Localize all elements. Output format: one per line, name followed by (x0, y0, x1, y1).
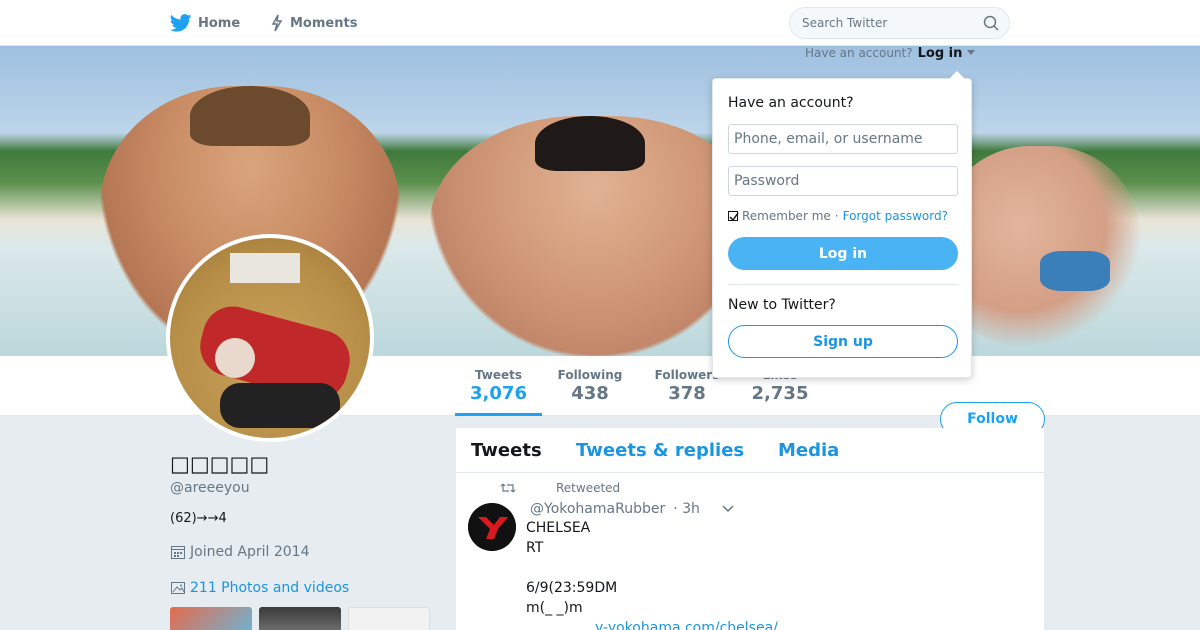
separator-dot: · (834, 209, 839, 223)
profile-avatar[interactable] (166, 234, 374, 442)
signup-button[interactable]: Sign up (728, 325, 958, 358)
tweet-text-line: RT (526, 540, 544, 556)
profile-bio: (62)→→4 (170, 511, 227, 526)
tweet-author-avatar[interactable] (468, 503, 516, 551)
media-thumbnail[interactable] (259, 607, 341, 630)
photos-link-label: 211 Photos and videos (190, 580, 350, 596)
remember-checkbox[interactable] (728, 211, 739, 222)
profile-joined: Joined April 2014 (170, 544, 310, 560)
yokohama-logo (468, 503, 516, 551)
stat-following[interactable]: Following 438 (550, 368, 630, 404)
timeline-tabs: Tweets Tweets & replies Media (456, 428, 1044, 473)
dropdown-divider (728, 284, 958, 285)
login-dropdown: Have an account? Remember me · Forgot pa… (712, 71, 972, 378)
tab-media[interactable]: Media (778, 440, 839, 461)
nav-home[interactable]: Home (170, 0, 240, 46)
stat-value: 378 (668, 383, 706, 404)
remember-label: Remember me (742, 209, 831, 223)
banner-hair-2 (535, 116, 645, 171)
stat-tweets[interactable]: Tweets 3,076 (455, 368, 542, 404)
lightning-icon (271, 14, 283, 32)
top-nav-bar: Home Moments (0, 0, 1200, 46)
stat-label: Tweets (474, 368, 523, 382)
image-icon (171, 582, 185, 594)
profile-handle[interactable]: @areeeyou (170, 480, 250, 496)
timeline: Tweets Tweets & replies Media Retweeted … (456, 428, 1044, 630)
search-icon[interactable] (983, 15, 999, 31)
retweet-label: Retweeted (556, 481, 621, 495)
avatar-jacket (220, 383, 340, 428)
tweet-header: @YokohamaRubber · 3h (530, 501, 734, 517)
caret-down-icon[interactable] (967, 50, 976, 56)
avatar-paper (230, 253, 300, 283)
remember-row: Remember me · Forgot password? (728, 209, 948, 223)
checkmark-icon (729, 212, 739, 222)
username-field[interactable] (728, 124, 958, 154)
banner-hair-1 (190, 86, 310, 146)
stat-value: 438 (571, 383, 609, 404)
photos-link[interactable]: 211 Photos and videos (170, 580, 349, 596)
active-stat-underline (455, 413, 542, 416)
joined-text: Joined April 2014 (190, 544, 310, 560)
nav-moments[interactable]: Moments (270, 0, 357, 46)
banner-swimwear (1040, 251, 1110, 291)
media-thumbnail[interactable] (170, 607, 252, 630)
password-field[interactable] (728, 166, 958, 196)
retweet-icon (500, 483, 516, 493)
dropdown-title: Have an account? (728, 95, 854, 111)
tweet-text-line: CHELSEA (526, 520, 591, 536)
media-thumbnail[interactable] (348, 607, 430, 630)
nav-home-label: Home (198, 15, 241, 31)
nav-moments-label: Moments (290, 15, 358, 31)
account-hint: Have an account? Log in (805, 46, 976, 61)
forgot-password-link[interactable]: Forgot password? (843, 209, 948, 223)
calendar-icon (171, 546, 185, 559)
retweet-context: Retweeted (500, 481, 620, 495)
search-input[interactable] (790, 8, 980, 38)
account-hint-text: Have an account? (805, 46, 913, 60)
tab-tweets[interactable]: Tweets (471, 440, 542, 461)
stat-value: 3,076 (470, 383, 527, 404)
search-box (789, 7, 1010, 39)
new-to-twitter-label: New to Twitter? (728, 297, 836, 313)
login-button[interactable]: Log in (728, 237, 958, 270)
tweet-author-handle[interactable]: @YokohamaRubber (530, 501, 665, 517)
tweet-text-line: m(_ _)m (526, 600, 583, 616)
twitter-bird-icon (170, 14, 192, 32)
tweet-text-line: 6/9(23:59DM (526, 580, 618, 596)
login-dropdown-toggle[interactable]: Log in (918, 46, 963, 61)
tab-tweets-replies[interactable]: Tweets & replies (576, 440, 744, 461)
chevron-down-icon[interactable] (722, 505, 734, 513)
stat-label: Following (557, 368, 623, 382)
tweet-time[interactable]: · 3h (673, 501, 700, 517)
avatar-face (215, 338, 255, 378)
profile-name: □□□□□ (170, 452, 270, 476)
tweet-link[interactable]: y-yokohama.com/chelsea/ (595, 620, 778, 630)
stat-value: 2,735 (751, 383, 809, 404)
